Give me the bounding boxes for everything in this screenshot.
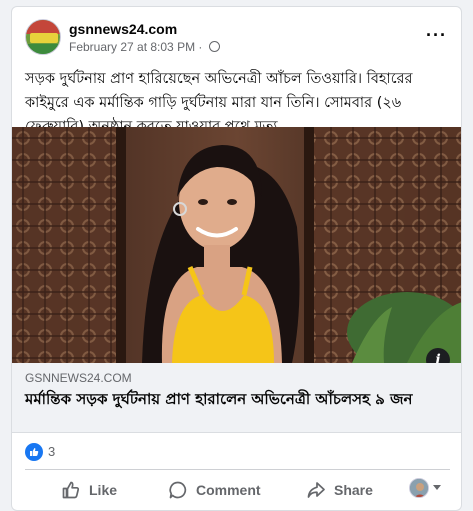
link-headline: মর্মান্তিক সড়ক দুর্ঘটনায় প্রাণ হারালেন… (25, 390, 413, 408)
like-label: Like (89, 482, 118, 498)
feed-post: gsnnews24.com February 27 at 8:03 PM · ·… (11, 6, 462, 511)
comment-button[interactable]: Comment (168, 474, 261, 506)
post-timestamp[interactable]: February 27 at 8:03 PM (69, 40, 195, 54)
thumbs-up-icon (62, 481, 80, 499)
share-label: Share (334, 482, 373, 498)
share-icon (307, 482, 325, 498)
photo-illustration (12, 127, 461, 363)
link-preview[interactable]: GSNNEWS24.COM মর্মান্তিক সড়ক দুর্ঘটনায়… (12, 363, 461, 433)
page-name-link[interactable]: gsnnews24.com (69, 21, 177, 37)
globe-icon (208, 41, 220, 52)
post-photo[interactable] (12, 127, 461, 363)
meta-separator: · (198, 40, 203, 54)
page-avatar[interactable] (25, 19, 61, 55)
reaction-count: 3 (48, 444, 56, 459)
chevron-down-icon (433, 485, 441, 490)
comment-icon (169, 481, 187, 499)
like-reaction-icon (25, 443, 43, 461)
share-button[interactable]: Share (306, 474, 373, 506)
like-button[interactable]: Like (61, 474, 117, 506)
link-domain: GSNNEWS24.COM (25, 371, 132, 385)
comment-label: Comment (196, 482, 261, 498)
post-actions-bar: Like Comment Share (12, 470, 461, 510)
reaction-profile-selector[interactable] (409, 478, 445, 500)
post-meta: February 27 at 8:03 PM · (69, 40, 220, 54)
more-options-button[interactable]: ··· (426, 25, 447, 46)
profile-avatar (409, 478, 429, 498)
post-header: gsnnews24.com February 27 at 8:03 PM · ·… (12, 7, 461, 67)
